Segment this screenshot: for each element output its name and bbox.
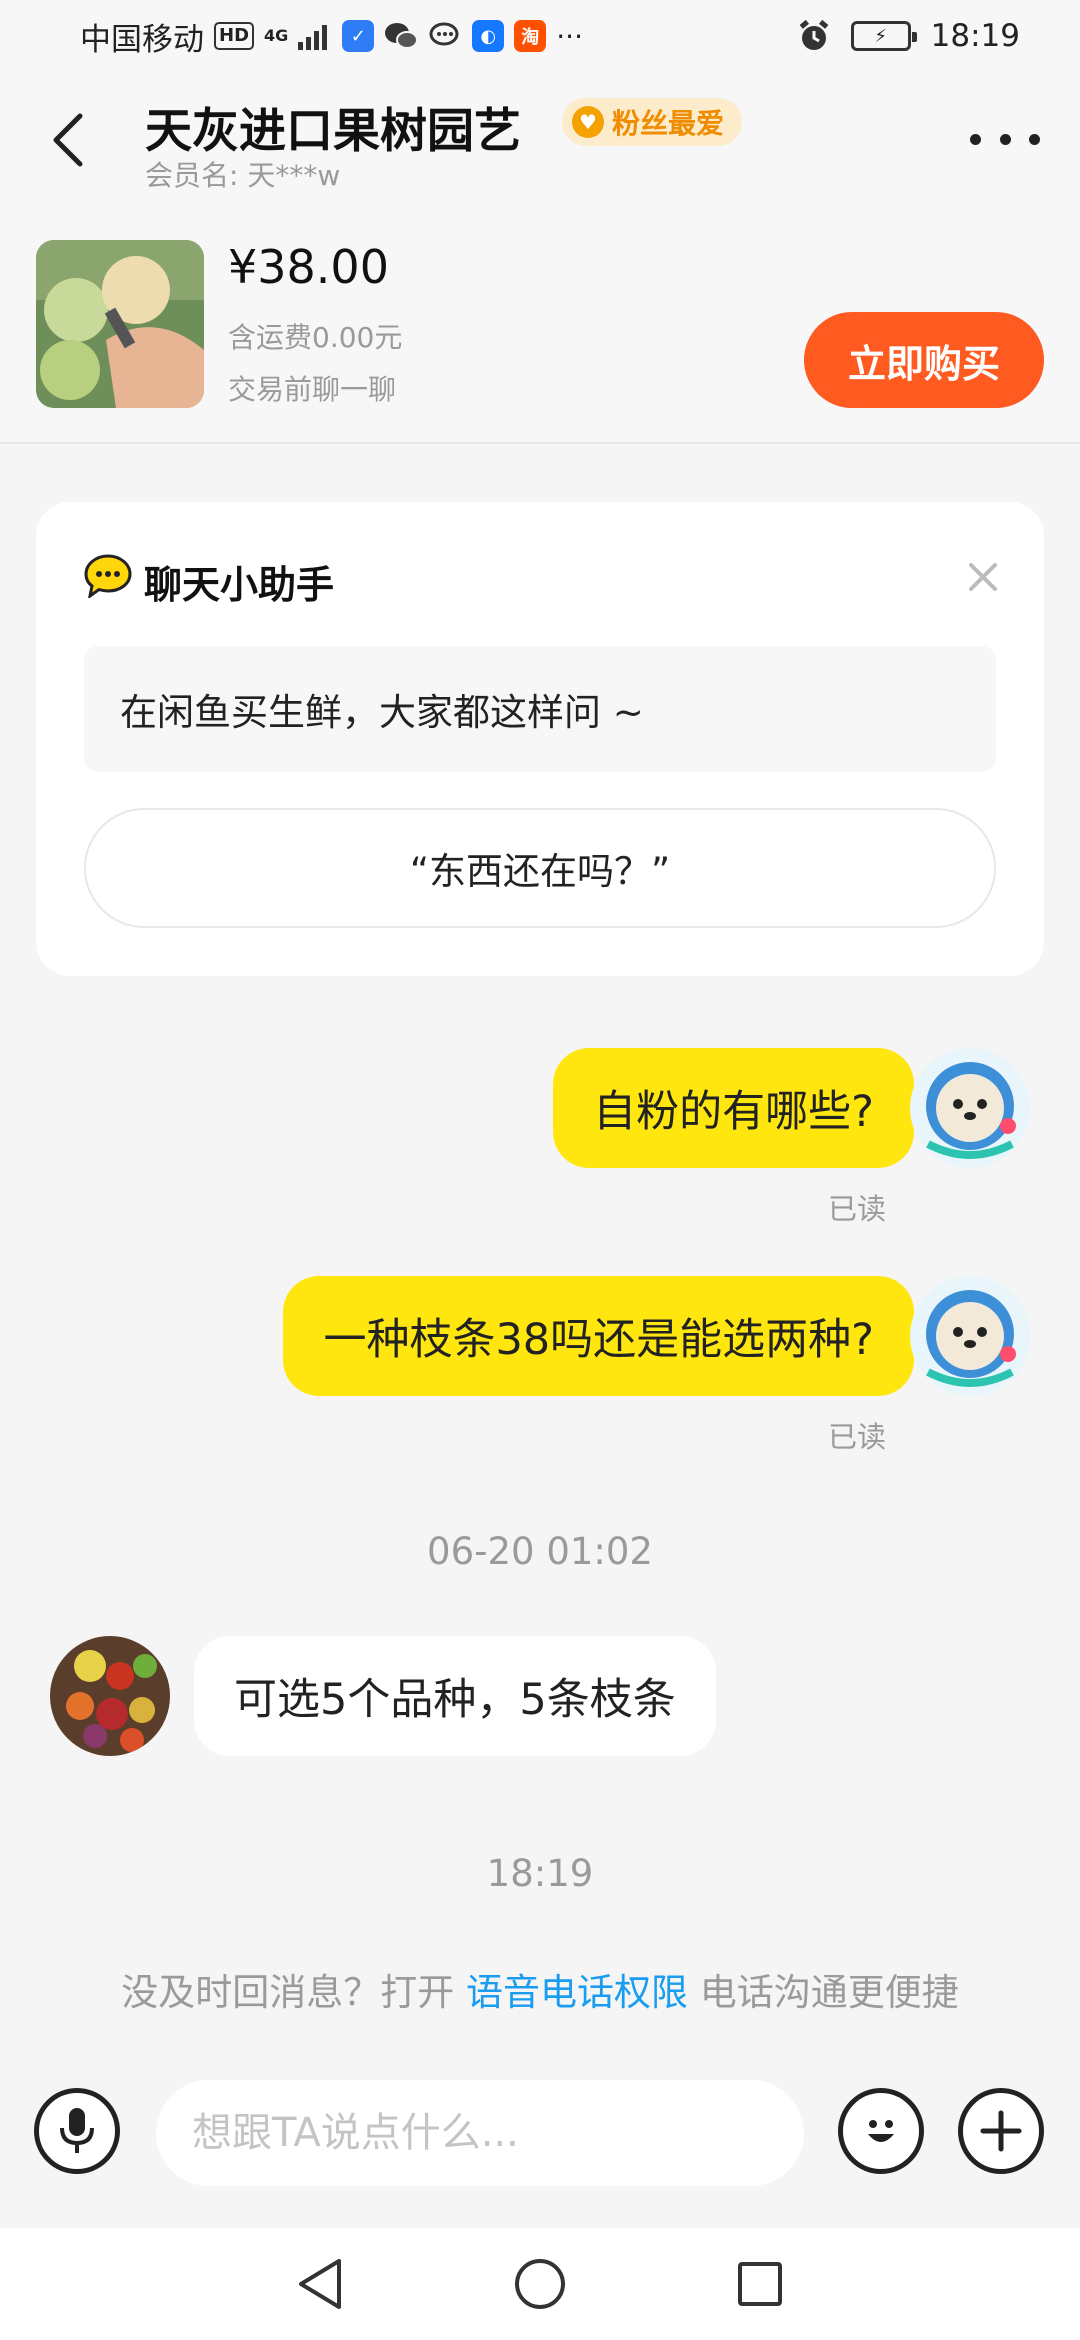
- more-actions-button[interactable]: [958, 2088, 1044, 2174]
- input-bar: [0, 2060, 1080, 2228]
- chat-header: 天灰进口果树园艺 ♥ 粉丝最爱 会员名: 天***w: [0, 72, 1080, 212]
- circle-home-icon: [515, 2259, 565, 2309]
- message-timestamp: 06-20 01:02: [427, 1530, 653, 1573]
- product-image[interactable]: [36, 240, 204, 408]
- member-name: 会员名: 天***w: [145, 159, 341, 192]
- status-bar: 中国移动 HD 4G ✓ ◐ 淘 ··· ⚡ 18:19: [0, 0, 1080, 72]
- bulb-app-icon: ◐: [472, 20, 505, 52]
- dot-icon: [1029, 133, 1040, 145]
- message-row: 一种枝条38吗还是能选两种?: [283, 1276, 914, 1396]
- hd-icon: HD: [214, 22, 255, 50]
- shop-name[interactable]: 天灰进口果树园艺: [145, 92, 521, 161]
- more-notifications-icon: ···: [556, 19, 583, 53]
- seller-avatar[interactable]: [50, 1636, 170, 1756]
- chat-before-trade: 交易前聊一聊: [228, 373, 397, 406]
- heart-icon: ♥: [572, 106, 604, 138]
- plus-icon: [980, 2110, 1022, 2152]
- nav-back-button[interactable]: [290, 2254, 350, 2314]
- taobao-app-icon: 淘: [514, 20, 547, 52]
- dot-icon: [970, 133, 981, 145]
- buy-now-button[interactable]: 立即购买: [804, 312, 1044, 408]
- message-row: 自粉的有哪些?: [553, 1048, 914, 1168]
- voice-call-notice: 没及时回消息？打开 语音电话权限 电话沟通更便捷: [0, 1962, 1080, 2016]
- product-price: ¥38.00: [228, 240, 389, 294]
- signal-icon: [298, 19, 332, 53]
- chevron-left-icon: [53, 113, 83, 167]
- voice-input-button[interactable]: [34, 2088, 120, 2174]
- suggested-question-button[interactable]: “东西还在吗？”: [84, 808, 996, 928]
- assistant-tip: 在闲鱼买生鲜，大家都这样问 ~: [84, 646, 996, 772]
- message-timestamp: 18:19: [486, 1852, 594, 1895]
- notice-suffix: 电话沟通更便捷: [688, 1971, 959, 2014]
- alarm-icon: [797, 19, 831, 53]
- assistant-title: 聊天小助手: [144, 563, 335, 607]
- my-avatar[interactable]: [910, 1048, 1030, 1168]
- more-options-button[interactable]: [970, 114, 1040, 164]
- message-input[interactable]: [156, 2080, 804, 2186]
- fan-badge: ♥ 粉丝最爱: [562, 98, 743, 146]
- chat-app-icon: [428, 19, 462, 53]
- nav-recents-button[interactable]: [730, 2254, 790, 2314]
- my-message-bubble[interactable]: 一种枝条38吗还是能选两种?: [283, 1276, 914, 1396]
- read-status: 已读: [828, 1420, 887, 1454]
- smiley-icon: [868, 2120, 894, 2142]
- carrier-label: 中国移动: [80, 21, 204, 58]
- system-nav-bar: [0, 2228, 1080, 2340]
- shipping-fee: 含运费0.00元: [228, 321, 403, 354]
- nav-home-button[interactable]: [510, 2254, 570, 2314]
- microphone-icon: [60, 2108, 94, 2153]
- clock: 18:19: [930, 18, 1020, 54]
- my-avatar[interactable]: [910, 1276, 1030, 1396]
- read-status: 已读: [828, 1192, 887, 1226]
- chat-assistant-card: 聊天小助手 在闲鱼买生鲜，大家都这样问 ~ “东西还在吗？”: [36, 502, 1044, 976]
- close-assistant-button[interactable]: [958, 552, 1008, 602]
- shield-app-icon: ✓: [342, 20, 375, 52]
- dot-icon: [999, 133, 1011, 145]
- seller-message-bubble[interactable]: 可选5个品种，5条枝条: [194, 1636, 716, 1756]
- back-button[interactable]: [38, 100, 98, 180]
- fan-badge-label: 粉丝最爱: [612, 107, 725, 140]
- notice-prefix: 没及时回消息？打开: [121, 1971, 466, 2014]
- square-recents-icon: [738, 2262, 782, 2306]
- battery-icon: ⚡: [850, 21, 917, 51]
- emoji-button[interactable]: [838, 2088, 924, 2174]
- product-card[interactable]: ¥38.00 含运费0.00元 交易前聊一聊 立即购买: [0, 212, 1080, 444]
- close-icon: [969, 563, 997, 591]
- wechat-icon: [384, 19, 419, 53]
- voice-permission-link[interactable]: 语音电话权限: [466, 1971, 688, 2014]
- network-type: 4G: [264, 26, 289, 45]
- my-message-bubble[interactable]: 自粉的有哪些?: [553, 1048, 914, 1168]
- triangle-back-icon: [299, 2259, 341, 2309]
- chat-bubble-icon: [84, 554, 132, 602]
- message-row: 可选5个品种，5条枝条: [194, 1636, 716, 1756]
